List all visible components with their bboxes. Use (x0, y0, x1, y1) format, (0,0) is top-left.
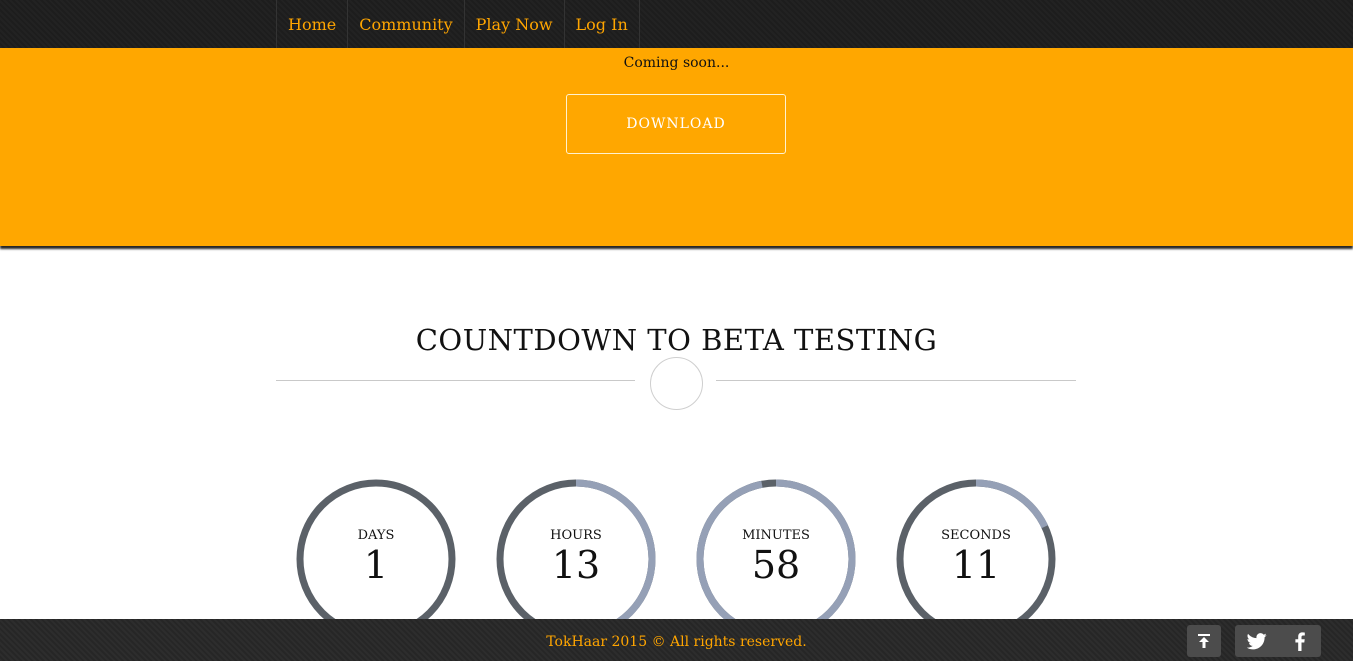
facebook-icon (1294, 631, 1305, 651)
timer-value-minutes: 58 (751, 543, 801, 587)
scroll-to-top-button[interactable] (1187, 625, 1221, 657)
timer-label-minutes: MINUTES (742, 528, 810, 543)
facebook-link[interactable] (1278, 625, 1321, 657)
timer-label-seconds: SECONDS (941, 528, 1011, 543)
hero-banner: Coming soon... DOWNLOAD (0, 48, 1353, 246)
timer-label-days: DAYS (357, 528, 395, 543)
timer-minutes: MINUTES 58 (696, 479, 856, 639)
timer-value-hours: 13 (551, 543, 601, 587)
hero-tagline: Coming soon... (623, 55, 730, 71)
timer-label-hours: HOURS (550, 528, 602, 543)
divider-left (276, 380, 635, 381)
footer: TokHaar 2015 © All rights reserved. (0, 619, 1353, 661)
divider-circle (650, 357, 703, 410)
timer-hours: HOURS 13 (496, 479, 656, 639)
countdown-timers: DAYS 1 HOURS 13 MINUTES 58 SECONDS 11 (0, 479, 1353, 641)
twitter-link[interactable] (1235, 625, 1278, 657)
timer-days: DAYS 1 (296, 479, 456, 639)
nav-item-community[interactable]: Community (347, 0, 463, 48)
timer-value-days: 1 (363, 543, 389, 587)
arrow-up-icon (1198, 634, 1210, 648)
twitter-icon (1246, 632, 1267, 649)
nav-item-play-now[interactable]: Play Now (463, 0, 564, 48)
nav-item-home[interactable]: Home (276, 0, 347, 48)
nav-menu: Home Community Play Now Log In (276, 0, 640, 48)
top-navbar: Home Community Play Now Log In (0, 0, 1353, 48)
timer-seconds: SECONDS 11 (896, 479, 1056, 639)
divider-right (716, 380, 1076, 381)
footer-copyright: TokHaar 2015 © All rights reserved. (546, 634, 807, 650)
timer-value-seconds: 11 (951, 543, 1001, 587)
countdown-title: COUNTDOWN TO BETA TESTING (415, 323, 938, 357)
download-button[interactable]: DOWNLOAD (566, 94, 786, 154)
social-links (1235, 625, 1321, 657)
nav-item-log-in[interactable]: Log In (563, 0, 640, 48)
